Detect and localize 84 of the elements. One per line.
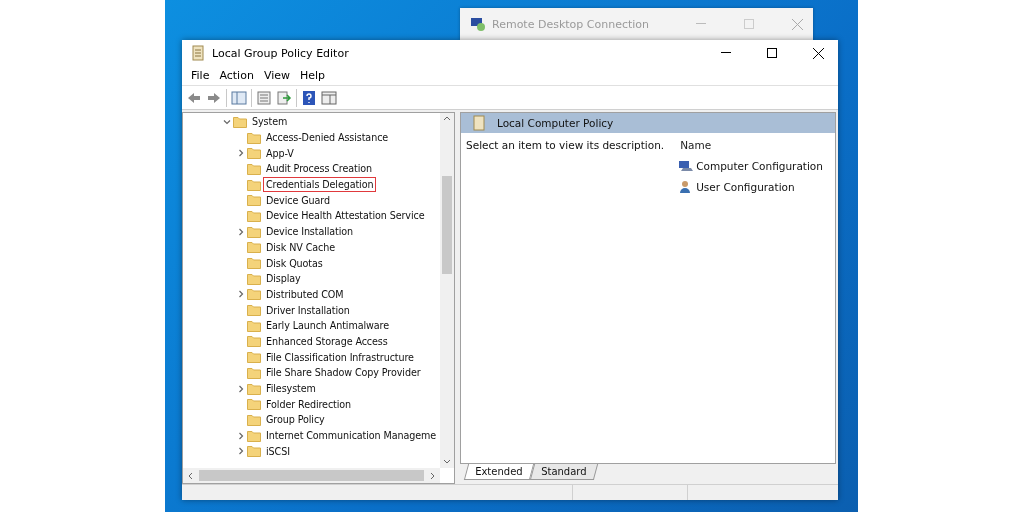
scroll-icon <box>471 115 487 131</box>
scroll-down-icon[interactable] <box>443 459 451 465</box>
tree-item[interactable]: iSCSI <box>263 443 293 459</box>
minimize-icon[interactable] <box>721 52 731 54</box>
folder-icon <box>247 366 261 379</box>
tree-item[interactable]: Early Launch Antimalware <box>263 318 392 334</box>
computer-icon <box>678 158 695 174</box>
vertical-scrollbar[interactable] <box>440 113 454 468</box>
folder-icon <box>247 257 261 270</box>
properties-icon[interactable] <box>256 89 272 106</box>
folder-icon <box>247 319 261 332</box>
view-tab[interactable]: Extended <box>463 464 534 480</box>
export-icon[interactable] <box>276 89 292 106</box>
horizontal-scrollbar[interactable] <box>183 468 440 483</box>
scroll-right-icon[interactable] <box>430 471 436 480</box>
scroll-left-icon[interactable] <box>187 471 193 480</box>
maximize-icon[interactable] <box>767 48 777 58</box>
folder-icon <box>247 272 261 285</box>
folder-icon <box>247 304 261 317</box>
folder-icon <box>247 178 261 191</box>
tree-item[interactable]: Folder Redirection <box>263 396 355 412</box>
scrollbar-thumb[interactable] <box>442 176 452 274</box>
tree-item[interactable]: File Classification Infrastructure <box>263 349 417 365</box>
folder-icon <box>247 429 261 442</box>
view-tab[interactable]: Standard <box>529 464 598 480</box>
folder-icon <box>247 147 261 160</box>
folder-icon <box>247 209 261 222</box>
column-header[interactable]: Name <box>678 139 830 151</box>
window-title: Local Group Policy Editor <box>212 46 350 60</box>
tree-item[interactable]: Device Installation <box>263 224 357 240</box>
folder-icon <box>247 131 261 144</box>
chevron-right-icon[interactable] <box>237 431 245 440</box>
tree-item[interactable]: File Share Shadow Copy Provider <box>263 365 424 381</box>
folder-icon <box>247 225 261 238</box>
tree-item[interactable]: Internet Communication Manageme <box>263 428 440 444</box>
folder-icon <box>247 382 261 395</box>
chevron-right-icon[interactable] <box>237 447 245 456</box>
tree-item[interactable]: System <box>249 114 291 130</box>
chevron-right-icon[interactable] <box>237 384 245 393</box>
tree-item[interactable]: Credentials Delegation <box>263 177 377 193</box>
tree-item[interactable]: Enhanced Storage Access <box>263 333 391 349</box>
folder-icon <box>247 288 261 301</box>
tree-pane-icon[interactable] <box>231 89 247 106</box>
folder-icon <box>233 115 247 128</box>
folder-icon <box>247 241 261 254</box>
folder-icon <box>247 398 261 411</box>
tree-item[interactable]: Access-Denied Assistance <box>263 130 392 146</box>
menu-item[interactable]: Action <box>214 69 259 82</box>
folder-icon <box>247 194 261 207</box>
scroll-icon <box>190 45 206 61</box>
menu-item[interactable]: View <box>258 69 295 82</box>
list-item[interactable]: Computer Configuration <box>696 160 823 172</box>
close-icon[interactable] <box>812 47 824 59</box>
chevron-right-icon[interactable] <box>237 227 245 236</box>
pane-title: Local Computer Policy <box>497 117 614 129</box>
tree-item[interactable]: Device Health Attestation Service <box>263 208 428 224</box>
tree-item[interactable]: Disk Quotas <box>263 255 326 271</box>
folder-icon <box>247 413 261 426</box>
menu-item[interactable]: File <box>186 69 215 82</box>
tree-item[interactable]: Filesystem <box>263 381 319 397</box>
tree-item[interactable]: Device Guard <box>263 192 333 208</box>
tree-item[interactable]: Audit Process Creation <box>263 161 376 177</box>
window-title: Remote Desktop Connection <box>492 17 651 31</box>
tree-item[interactable]: Driver Installation <box>263 302 353 318</box>
menu-item[interactable]: Help <box>295 69 331 82</box>
chevron-right-icon[interactable] <box>237 290 245 299</box>
chevron-down-icon[interactable] <box>223 117 231 126</box>
list-item[interactable]: User Configuration <box>696 181 795 193</box>
view-pane-icon[interactable] <box>321 89 337 106</box>
scrollbar-thumb[interactable] <box>199 470 424 481</box>
tree-item[interactable]: Display <box>263 271 304 287</box>
folder-icon <box>247 445 261 458</box>
scroll-up-icon[interactable] <box>443 115 451 121</box>
tree-item[interactable]: Group Policy <box>263 412 328 428</box>
description-text: Select an item to view its description. <box>466 139 665 153</box>
folder-icon <box>247 335 261 348</box>
tree-item[interactable]: Distributed COM <box>263 286 347 302</box>
folder-icon <box>247 351 261 364</box>
folder-icon <box>247 162 261 175</box>
tree-item[interactable]: Disk NV Cache <box>263 239 338 255</box>
chevron-right-icon[interactable] <box>237 149 245 158</box>
remote-desktop-icon <box>470 16 486 32</box>
help-icon[interactable] <box>301 89 317 106</box>
tree-item[interactable]: App-V <box>263 145 297 161</box>
